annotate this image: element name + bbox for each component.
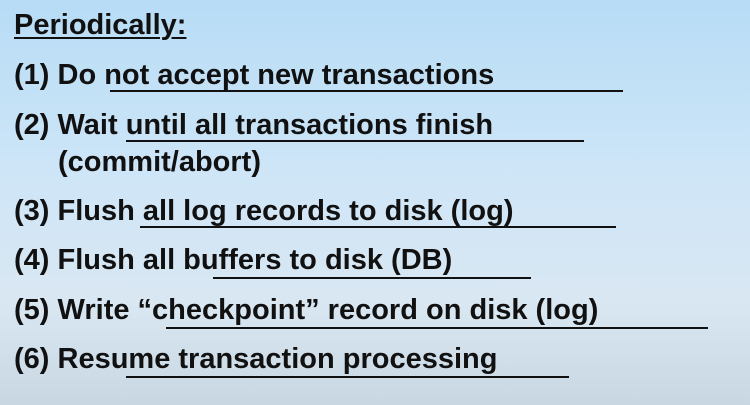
slide-heading: Periodically: bbox=[14, 9, 187, 41]
step-6-underline bbox=[126, 376, 569, 378]
step-2-underline bbox=[126, 140, 584, 142]
step-1: (1) Do not accept new transactions bbox=[14, 59, 495, 91]
step-4-underline bbox=[213, 277, 531, 279]
step-5-underline bbox=[166, 327, 708, 329]
step-2: (2) Wait until all transactions finish bbox=[14, 109, 494, 141]
slide: Periodically: (1) Do not accept new tran… bbox=[0, 0, 750, 405]
step-5: (5) Write “checkpoint” record on disk (l… bbox=[14, 294, 599, 326]
step-1-underline bbox=[110, 90, 623, 92]
step-3-underline bbox=[140, 226, 616, 228]
step-2-continuation: (commit/abort) bbox=[58, 146, 261, 178]
step-4: (4) Flush all buffers to disk (DB) bbox=[14, 244, 453, 276]
step-3: (3) Flush all log records to disk (log) bbox=[14, 195, 514, 227]
step-6: (6) Resume transaction processing bbox=[14, 343, 498, 375]
